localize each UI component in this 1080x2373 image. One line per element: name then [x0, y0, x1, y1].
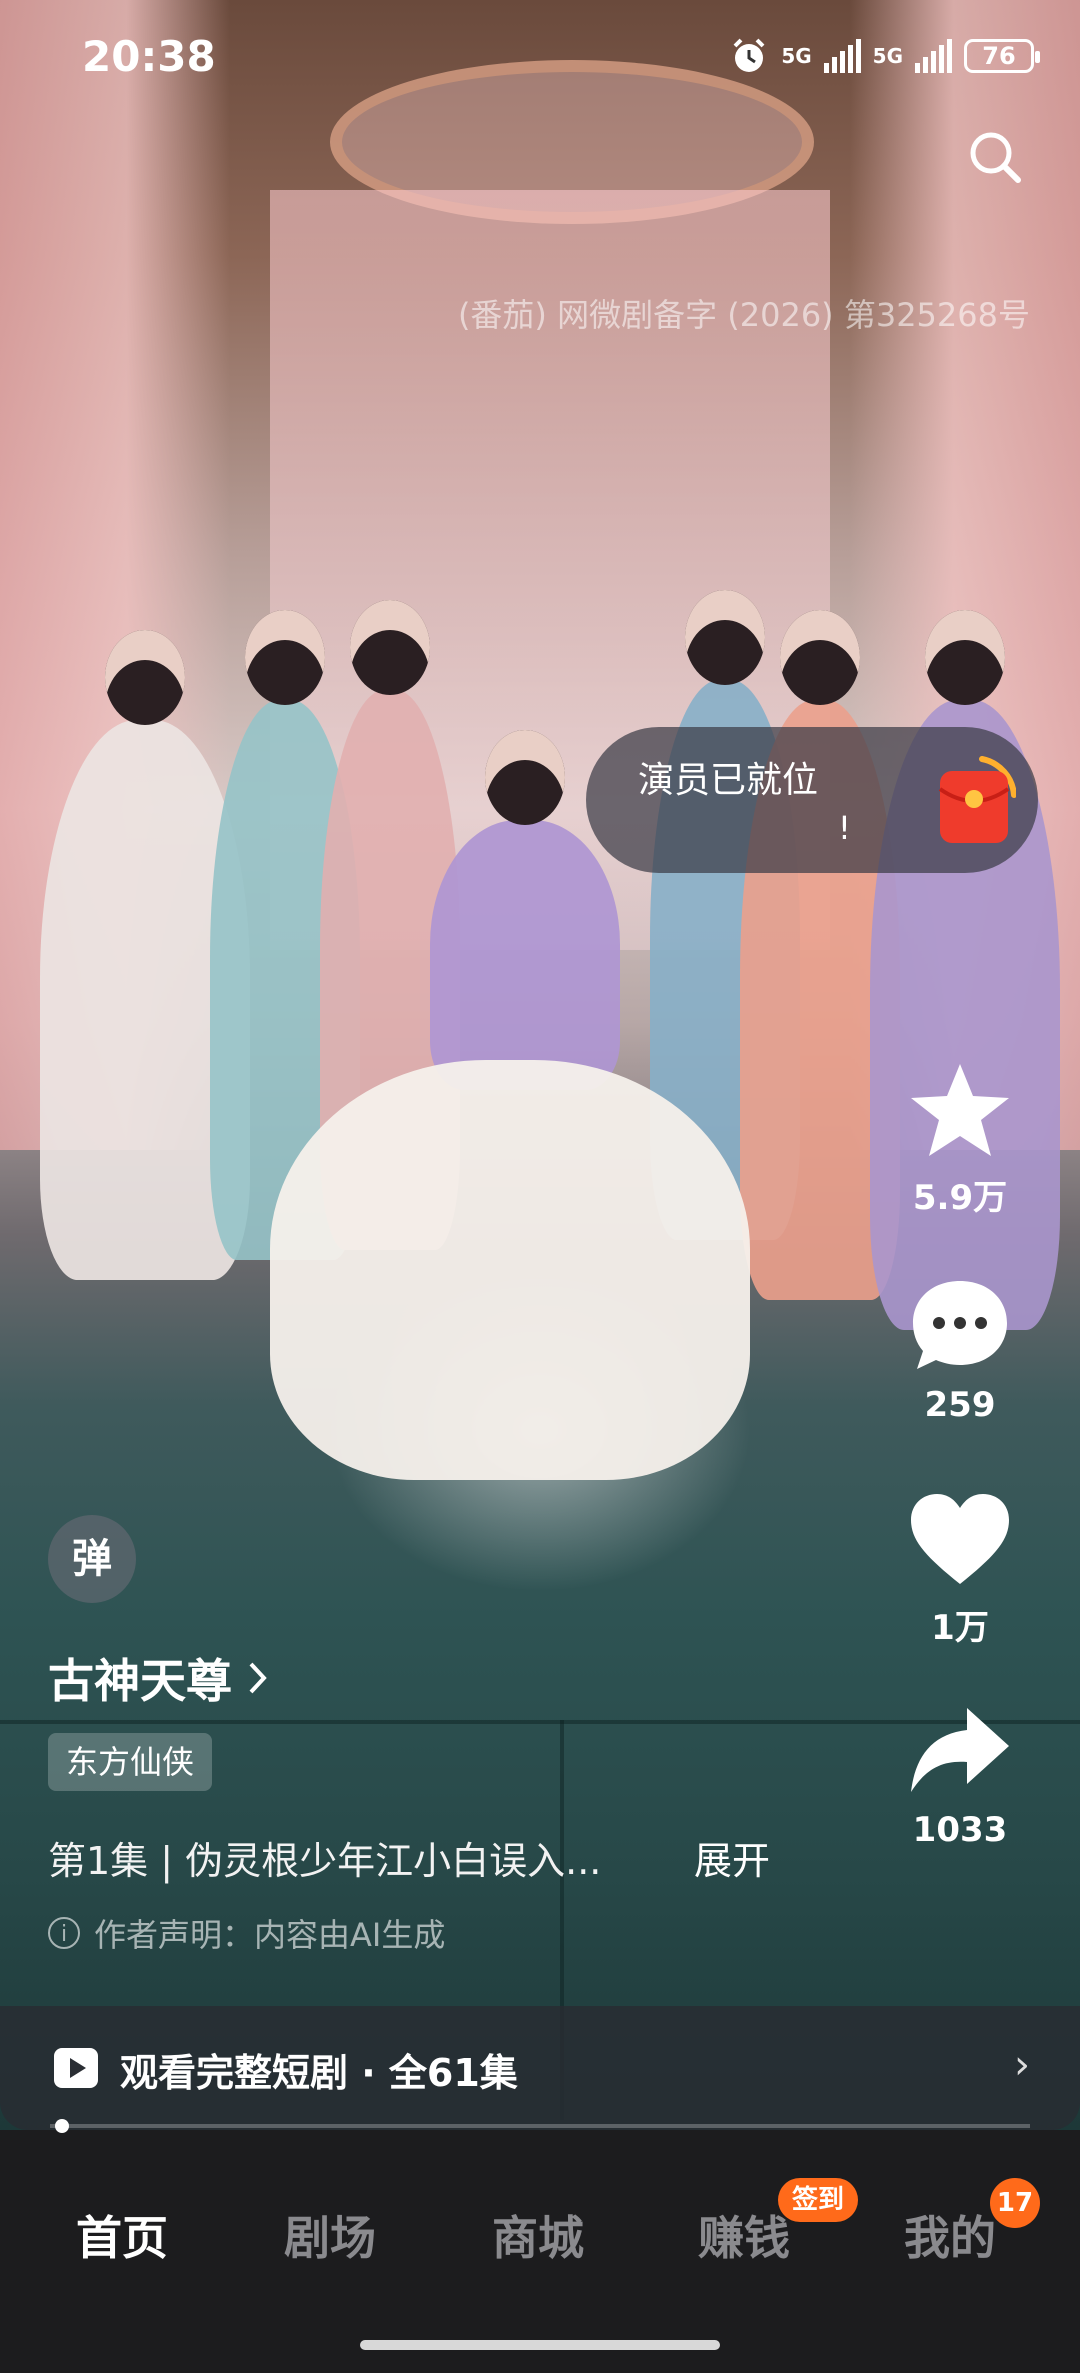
alarm-icon: [733, 38, 765, 72]
chevron-right-icon: ›: [1014, 2042, 1030, 2088]
comment-action[interactable]: 259: [840, 1275, 1080, 1425]
kneeling-figure: [270, 1060, 750, 1480]
promo-text: 演员已就位: [638, 760, 819, 801]
favorite-action[interactable]: 5.9万: [840, 1060, 1080, 1219]
search-icon[interactable]: [966, 128, 1024, 186]
episode-description: 第1集 | 伪灵根少年江小白误入...: [48, 1839, 602, 1883]
drama-title: 古神天尊: [48, 1654, 232, 1708]
star-icon[interactable]: [905, 1060, 1015, 1160]
home-indicator: [360, 2340, 720, 2350]
comment-icon[interactable]: [905, 1275, 1015, 1375]
status-time: 20:38: [82, 32, 216, 81]
share-count: 1033: [912, 1810, 1008, 1850]
network-label-2: 5G: [872, 44, 903, 68]
share-action[interactable]: 1033: [840, 1700, 1080, 1850]
checkin-badge: 签到: [778, 2178, 859, 2222]
tab-mall[interactable]: 商城: [492, 2202, 584, 2268]
heart-icon[interactable]: [905, 1490, 1015, 1590]
danmu-toggle-button[interactable]: 弹: [48, 1515, 136, 1603]
genre-tag[interactable]: 东方仙侠: [48, 1733, 213, 1791]
bottom-nav: 首页 剧场 商城 赚钱 签到 我的 17: [0, 2136, 1080, 2373]
actress-figure: [430, 730, 620, 1090]
ai-disclaimer-text: 作者声明：内容由AI生成: [94, 1916, 446, 1954]
like-count: 1万: [931, 1608, 989, 1648]
status-icons: 5G 5G 76: [729, 36, 1040, 76]
signal-icon: [915, 39, 952, 73]
progress-knob[interactable]: [54, 2119, 69, 2133]
notification-badge: 17: [990, 2178, 1040, 2228]
drama-title-link[interactable]: 古神天尊: [48, 1645, 268, 1711]
tab-earn[interactable]: 赚钱: [698, 2202, 790, 2268]
signal-icon: [823, 39, 861, 73]
tab-home[interactable]: 首页: [76, 2202, 168, 2268]
license-watermark: (番茄) 网微剧备字 (2026) 第325268号: [457, 296, 1030, 334]
play-icon: [54, 2048, 98, 2088]
like-action[interactable]: 1万: [840, 1490, 1080, 1649]
battery-icon: 76: [964, 39, 1040, 73]
favorite-count: 5.9万: [912, 1178, 1008, 1218]
playback-progress-bar[interactable]: [50, 2119, 1030, 2133]
chevron-right-icon: [249, 1662, 267, 1694]
expand-button[interactable]: 展开: [694, 1830, 770, 1885]
promo-mark: !: [838, 809, 851, 847]
red-packet-icon[interactable]: [932, 755, 1016, 847]
status-bar: 20:38 5G 5G 76: [0, 0, 1080, 120]
network-label-1: 5G: [781, 44, 812, 68]
promo-bubble[interactable]: 演员已就位 !: [586, 727, 1038, 873]
tab-theater[interactable]: 剧场: [284, 2202, 376, 2268]
ai-disclaimer: i 作者声明：内容由AI生成: [48, 1910, 445, 1956]
watch-full-drama-bar[interactable]: 观看完整短剧 · 全61集 ›: [0, 2006, 1080, 2130]
share-icon[interactable]: [905, 1700, 1015, 1800]
tab-me[interactable]: 我的: [904, 2202, 996, 2268]
watch-full-label: 观看完整短剧 · 全61集: [120, 2051, 518, 2095]
info-icon: i: [48, 1917, 80, 1949]
comment-count: 259: [924, 1385, 996, 1425]
